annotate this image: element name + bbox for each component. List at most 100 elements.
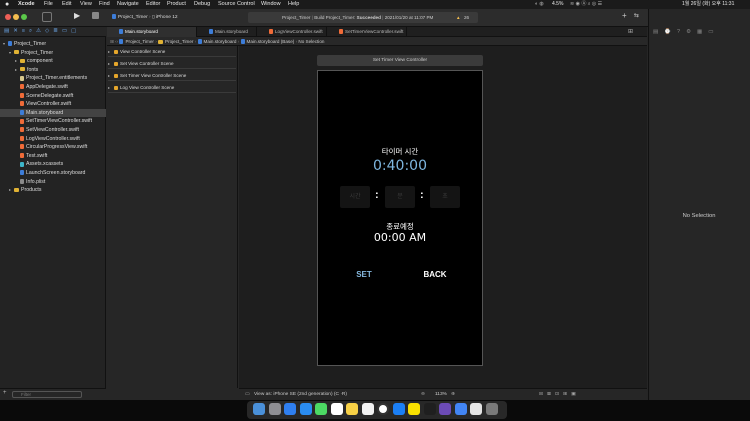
scene-label: Log View Controller Scene (120, 85, 175, 90)
inspector-tab-icons[interactable]: ▤⌚?⚙▦▭ (653, 29, 719, 35)
warning-count[interactable]: 26 (464, 12, 469, 23)
back-button[interactable]: BACK (420, 269, 450, 281)
outline-scene-log-view-controller[interactable]: ▸ Log View Controller Scene (108, 83, 236, 93)
chrome-icon[interactable] (454, 403, 467, 415)
tab-set-timer-view-controller[interactable]: SetTimerViewController.swift (327, 27, 407, 37)
menu-source-control[interactable]: Source Control (218, 0, 255, 9)
tab-main-storyboard[interactable]: Main.storyboard (107, 27, 197, 37)
zoom-level[interactable]: 113% (435, 389, 447, 400)
file-tree-item[interactable]: ▾ Project_Timer (0, 40, 106, 49)
zoom-in-icon[interactable]: ⊕ (451, 389, 455, 400)
menu-navigate[interactable]: Navigate (117, 0, 139, 9)
set-button[interactable]: SET (350, 269, 378, 281)
launchpad-icon[interactable] (268, 403, 281, 415)
file-tree-item[interactable]: ▸ Products (0, 186, 106, 195)
layout-tools-icons[interactable]: ⊟⊠⊡⊞▣ (539, 389, 580, 400)
terminal-icon[interactable] (423, 403, 436, 415)
notes-extra-icon[interactable] (470, 403, 482, 415)
sidebar-toggle-icon[interactable] (42, 12, 52, 22)
file-tree-item[interactable]: Main.storyboard (0, 108, 106, 118)
apple-icon[interactable]: ● (5, 0, 9, 9)
menu-xcode[interactable]: Xcode (18, 0, 35, 9)
jump-localization[interactable]: Main.storyboard (Base) (247, 39, 295, 44)
status-icons[interactable]: ◐ ◍ (535, 0, 544, 9)
messages-icon[interactable] (315, 403, 327, 415)
run-icon[interactable]: ▶ (74, 11, 80, 20)
outline-scene-set-view-controller[interactable]: ▸ Set View Controller Scene (108, 59, 236, 69)
file-tree-item[interactable]: LogViewController.swift (0, 135, 106, 144)
file-tree-item[interactable]: CircularProgressView.swift (0, 143, 106, 152)
file-tree-item[interactable]: SceneDelegate.swift (0, 92, 106, 101)
second-picker[interactable]: 초 (430, 186, 460, 208)
warning-icon[interactable]: ▲ (456, 12, 461, 23)
scene-title-bar[interactable]: Set Timer View Controller (317, 55, 483, 66)
safari-icon[interactable] (299, 403, 312, 415)
timer-value-label[interactable]: 0:40:00 (317, 158, 483, 174)
code-review-icon[interactable]: ⇆ (634, 12, 639, 19)
github-desktop-icon[interactable] (439, 403, 451, 415)
calendar-icon[interactable] (330, 403, 343, 415)
menubar-clock[interactable]: 1월 26일 (화) 오후 11:31 (682, 0, 734, 9)
add-library-icon[interactable]: + (622, 11, 627, 20)
system-tray-icons[interactable]: ≋ ◉ Ⓐ ⌕ ◎ ☰ (570, 0, 602, 9)
view-controller-frame[interactable] (317, 70, 483, 366)
scheme-selector[interactable]: Project_Timer › ▯ iPhone 12 (110, 12, 186, 23)
menu-window[interactable]: Window (261, 0, 281, 9)
jump-selection[interactable]: No Selection (298, 39, 324, 44)
menu-edit[interactable]: Edit (62, 0, 71, 9)
appstore-icon[interactable] (284, 403, 296, 415)
notes-icon[interactable] (346, 403, 358, 415)
menu-product[interactable]: Product (167, 0, 186, 9)
jump-folder[interactable]: Project_Timer (165, 39, 193, 44)
file-tree-item[interactable]: Project_Timer.entitlements (0, 74, 106, 83)
file-tree-item[interactable]: AppDelegate.swift (0, 83, 106, 92)
zoom-window-button[interactable] (21, 14, 27, 20)
menu-help[interactable]: Help (288, 0, 299, 9)
device-configuration-button[interactable]: View as: iPhone SE (2nd generation) (C ·… (254, 389, 347, 400)
file-tree-item[interactable]: SetTimerViewController.swift (0, 117, 106, 126)
file-tree-item[interactable]: ViewController.swift (0, 100, 106, 109)
outline-scene-set-timer-view-controller[interactable]: ▸ Set Timer View Controller Scene (108, 71, 236, 81)
menu-editor[interactable]: Editor (146, 0, 160, 9)
menu-find[interactable]: Find (99, 0, 110, 9)
menu-view[interactable]: View (80, 0, 92, 9)
reminders-icon[interactable] (361, 403, 374, 415)
stop-icon[interactable] (92, 12, 99, 19)
menu-file[interactable]: File (44, 0, 53, 9)
kakaotalk-icon[interactable] (408, 403, 420, 415)
xcode-icon[interactable] (392, 403, 405, 415)
timer-title-label[interactable]: 타이머 시간 (317, 146, 483, 157)
file-tree-item[interactable]: SetViewController.swift (0, 126, 106, 135)
zoom-out-icon[interactable]: ⊖ (421, 389, 425, 400)
file-tree-item[interactable]: Test.swift (0, 152, 106, 161)
tab-log-view-controller[interactable]: LogViewController.swift (257, 27, 327, 37)
menu-debug[interactable]: Debug (194, 0, 210, 9)
clock-icon[interactable] (377, 403, 389, 415)
file-tree-item-label: SetViewController.swift (26, 127, 79, 133)
navigator-tab-icons[interactable]: ▤✕≡⌕⚠◇≣▭▢ (4, 28, 80, 35)
navigator-filter-input[interactable]: Filter (12, 391, 82, 398)
file-tree-item[interactable]: Info.plist (0, 178, 106, 187)
file-tree-item[interactable]: ▸ component (0, 57, 106, 66)
split-editor-icon[interactable]: ⊞ (628, 28, 633, 35)
close-window-button[interactable] (5, 14, 11, 20)
tab-main-storyboard-2[interactable]: Main.storyboard (197, 27, 257, 37)
outline-scene-view-controller[interactable]: ▸ View Controller Scene (108, 47, 236, 57)
jump-file[interactable]: Main.storyboard (204, 39, 237, 44)
file-tree-item-label: Project_Timer (14, 41, 47, 47)
related-items-icon[interactable]: ⊞ (110, 39, 114, 44)
hour-picker[interactable]: 시간 (340, 186, 370, 208)
file-tree-item[interactable]: Assets.xcassets (0, 160, 106, 169)
file-tree-item[interactable]: ▸ fonts (0, 66, 106, 75)
outline-toggle-icon[interactable]: ▭ (245, 389, 250, 400)
minute-picker[interactable]: 분 (385, 186, 415, 208)
jump-project[interactable]: Project_Timer (125, 39, 153, 44)
end-time-label[interactable]: 00:00 AM (317, 231, 483, 244)
trash-icon[interactable] (485, 403, 498, 415)
minimize-window-button[interactable] (13, 14, 19, 20)
file-tree-item[interactable]: LaunchScreen.storyboard (0, 169, 106, 178)
add-file-icon[interactable]: + (3, 390, 7, 396)
forward-icon[interactable]: › (117, 39, 119, 44)
finder-icon[interactable] (253, 403, 265, 415)
file-tree-item[interactable]: ▾ Project_Timer (0, 49, 106, 58)
